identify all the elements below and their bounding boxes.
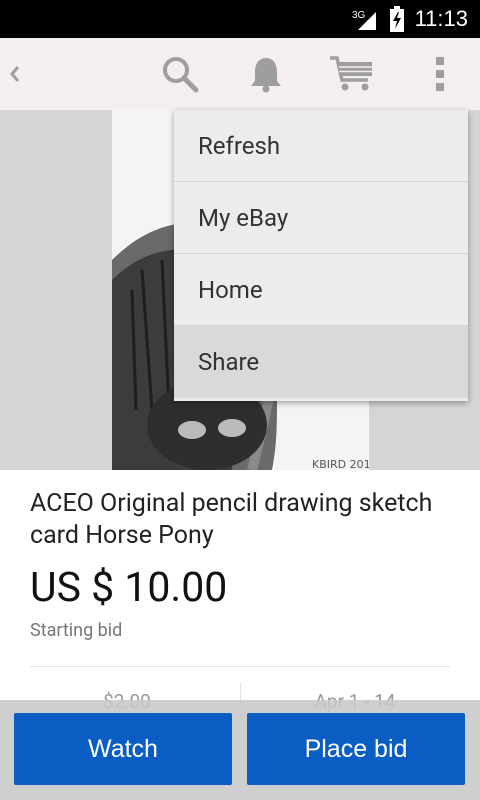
bell-icon [251, 58, 281, 93]
menu-item-my-ebay[interactable]: My eBay [174, 182, 468, 254]
svg-text:KBIRD 2015: KBIRD 2015 [312, 458, 369, 470]
status-bar: 3G 11:13 [0, 0, 480, 38]
search-button[interactable] [150, 38, 210, 110]
watch-button[interactable]: Watch [14, 713, 232, 785]
battery-charging-icon [390, 6, 404, 32]
place-bid-button[interactable]: Place bid [247, 713, 465, 785]
svg-text:3G: 3G [352, 10, 366, 21]
cart-icon [330, 56, 372, 91]
menu-item-home[interactable]: Home [174, 254, 468, 326]
more-vert-icon [436, 57, 444, 91]
signal-icon: 3G [352, 10, 376, 30]
overflow-menu-button[interactable] [410, 38, 470, 110]
product-price: US $ 10.00 [30, 564, 228, 612]
product-title: ACEO Original pencil drawing sketch card… [30, 489, 433, 550]
back-button[interactable] [0, 38, 28, 110]
overflow-menu: Refresh My eBay Home Share [174, 110, 468, 401]
back-icon [10, 66, 20, 82]
cart-button[interactable] [322, 38, 382, 110]
action-bar: Watch Place bid [0, 700, 480, 800]
menu-item-refresh[interactable]: Refresh [174, 110, 468, 182]
notifications-button[interactable] [236, 38, 296, 110]
price-label: Starting bid [30, 620, 123, 641]
divider [30, 666, 450, 667]
app-bar [0, 38, 480, 110]
menu-item-share[interactable]: Share [174, 326, 468, 398]
status-time: 11:13 [414, 6, 468, 31]
search-icon [163, 57, 199, 93]
